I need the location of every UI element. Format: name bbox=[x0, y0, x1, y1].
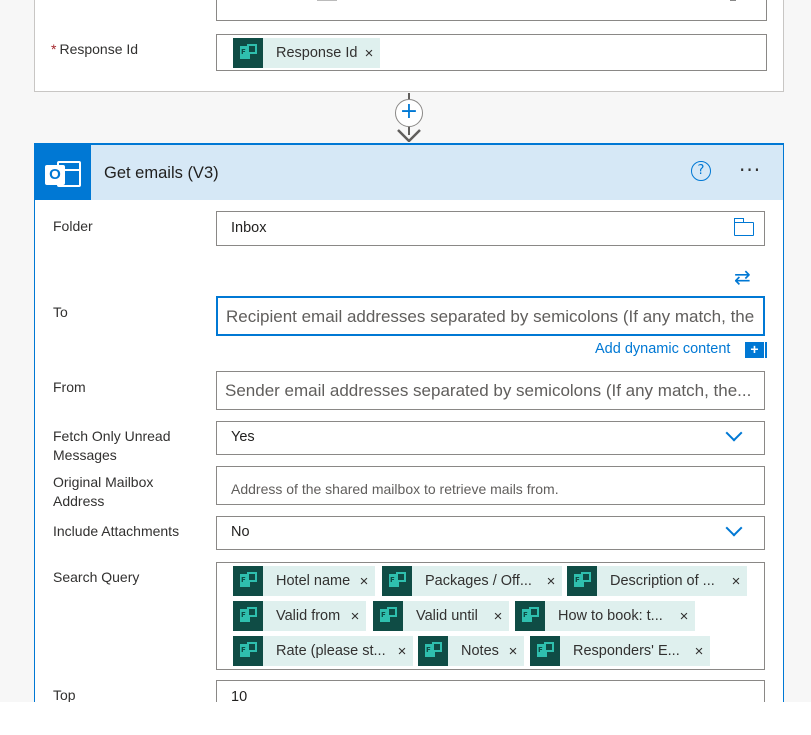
remove-token-icon[interactable]: × bbox=[489, 608, 509, 625]
search-token[interactable]: F Packages / Off... × bbox=[382, 566, 562, 596]
remove-token-icon[interactable]: × bbox=[542, 573, 562, 590]
to-label: To bbox=[53, 304, 68, 320]
forms-icon: F bbox=[233, 566, 263, 596]
to-placeholder: Recipient email addresses separated by s… bbox=[226, 307, 755, 326]
original-mailbox-label: Original Mailbox Address bbox=[53, 474, 154, 509]
forms-icon: F bbox=[373, 601, 403, 631]
top-value: 10 bbox=[231, 689, 248, 702]
search-token[interactable]: F How to book: t... × bbox=[515, 601, 695, 631]
search-token[interactable]: F Hotel name × bbox=[233, 566, 375, 596]
include-attachments-dropdown[interactable]: No bbox=[216, 516, 765, 550]
previous-field-partial[interactable] bbox=[216, 0, 767, 21]
chevron-down-icon bbox=[730, 0, 736, 1]
search-query-label: Search Query bbox=[53, 569, 140, 585]
response-id-token[interactable]: F Response Id × bbox=[233, 38, 380, 68]
search-token[interactable]: F Rate (please st... × bbox=[233, 636, 413, 666]
search-token[interactable]: F Valid until × bbox=[373, 601, 509, 631]
fetch-unread-label: Fetch Only Unread Messages bbox=[53, 428, 171, 463]
top-label: Top bbox=[53, 687, 76, 702]
include-attachments-value: No bbox=[231, 524, 250, 540]
token-label: Response Id bbox=[276, 45, 358, 61]
token-label: Responders' E... bbox=[573, 643, 680, 659]
top-field[interactable]: 10 bbox=[216, 680, 765, 702]
previous-action-card: * Response Id F Response Id × bbox=[34, 0, 784, 92]
help-icon[interactable]: ? bbox=[691, 161, 711, 181]
from-field[interactable]: Sender email addresses separated by semi… bbox=[216, 371, 765, 410]
outlook-icon: O bbox=[35, 145, 91, 200]
token-label: Hotel name bbox=[276, 573, 351, 589]
required-marker: * bbox=[51, 41, 57, 57]
token-label: Rate (please st... bbox=[276, 643, 386, 659]
forms-icon: F bbox=[418, 636, 448, 666]
remove-token-icon[interactable]: × bbox=[393, 643, 413, 660]
partial-field-text bbox=[317, 0, 337, 1]
token-label: Packages / Off... bbox=[425, 573, 532, 589]
folder-picker-icon[interactable] bbox=[734, 218, 754, 236]
search-token[interactable]: F Responders' E... × bbox=[530, 636, 710, 666]
search-token[interactable]: F Valid from × bbox=[233, 601, 366, 631]
add-dynamic-content-link[interactable]: Add dynamic content bbox=[595, 341, 730, 357]
to-field[interactable]: Recipient email addresses separated by s… bbox=[216, 296, 765, 336]
flow-designer-canvas: * Response Id F Response Id × + O Get ema… bbox=[0, 0, 811, 702]
token-label: Description of ... bbox=[610, 573, 715, 589]
forms-icon: F bbox=[382, 566, 412, 596]
token-label: Valid from bbox=[276, 608, 341, 624]
search-token[interactable]: F Description of ... × bbox=[567, 566, 747, 596]
action-title[interactable]: Get emails (V3) bbox=[104, 164, 219, 183]
arrow-down-icon bbox=[397, 129, 421, 142]
folder-value: Inbox bbox=[231, 220, 267, 236]
remove-token-icon[interactable]: × bbox=[690, 643, 710, 660]
remove-token-icon[interactable]: × bbox=[504, 643, 524, 660]
fetch-unread-value: Yes bbox=[231, 429, 255, 445]
chevron-down-icon bbox=[725, 519, 743, 537]
forms-icon: F bbox=[515, 601, 545, 631]
remove-token-icon[interactable]: × bbox=[346, 608, 366, 625]
fetch-unread-dropdown[interactable]: Yes bbox=[216, 421, 765, 455]
forms-icon: F bbox=[233, 636, 263, 666]
search-query-field[interactable]: F Hotel name × F Packages / Off... × F D… bbox=[216, 562, 765, 670]
include-attachments-label: Include Attachments bbox=[53, 523, 180, 539]
response-id-label-text: Response Id bbox=[59, 41, 139, 57]
forms-icon: F bbox=[530, 636, 560, 666]
folder-label: Folder bbox=[53, 218, 93, 234]
remove-token-icon[interactable]: × bbox=[360, 45, 380, 62]
more-options-icon[interactable]: ··· bbox=[739, 158, 769, 182]
remove-token-icon[interactable]: × bbox=[355, 573, 375, 590]
original-mailbox-field[interactable]: Address of the shared mailbox to retriev… bbox=[216, 466, 765, 505]
get-emails-action-card: O Get emails (V3) ? ··· Folder Inbox ⇄ T… bbox=[34, 143, 784, 702]
forms-icon: F bbox=[233, 601, 263, 631]
remove-token-icon[interactable]: × bbox=[727, 573, 747, 590]
token-label: Notes bbox=[461, 643, 499, 659]
forms-icon: F bbox=[233, 38, 263, 68]
remove-token-icon[interactable]: × bbox=[675, 608, 695, 625]
response-id-label: * Response Id bbox=[51, 41, 138, 57]
forms-icon: F bbox=[567, 566, 597, 596]
original-mailbox-placeholder: Address of the shared mailbox to retriev… bbox=[231, 481, 559, 497]
action-card-header[interactable]: O Get emails (V3) ? ··· bbox=[35, 145, 783, 200]
token-label: Valid until bbox=[416, 608, 478, 624]
search-token[interactable]: F Notes × bbox=[418, 636, 524, 666]
token-label: How to book: t... bbox=[558, 608, 663, 624]
response-id-field[interactable]: F Response Id × bbox=[216, 34, 767, 71]
from-label: From bbox=[53, 379, 86, 395]
add-dynamic-content-icon[interactable]: + bbox=[745, 342, 767, 358]
chevron-down-icon bbox=[725, 424, 743, 442]
from-placeholder: Sender email addresses separated by semi… bbox=[225, 381, 752, 400]
switch-input-mode-icon[interactable]: ⇄ bbox=[734, 265, 751, 289]
folder-field[interactable]: Inbox bbox=[216, 211, 765, 246]
